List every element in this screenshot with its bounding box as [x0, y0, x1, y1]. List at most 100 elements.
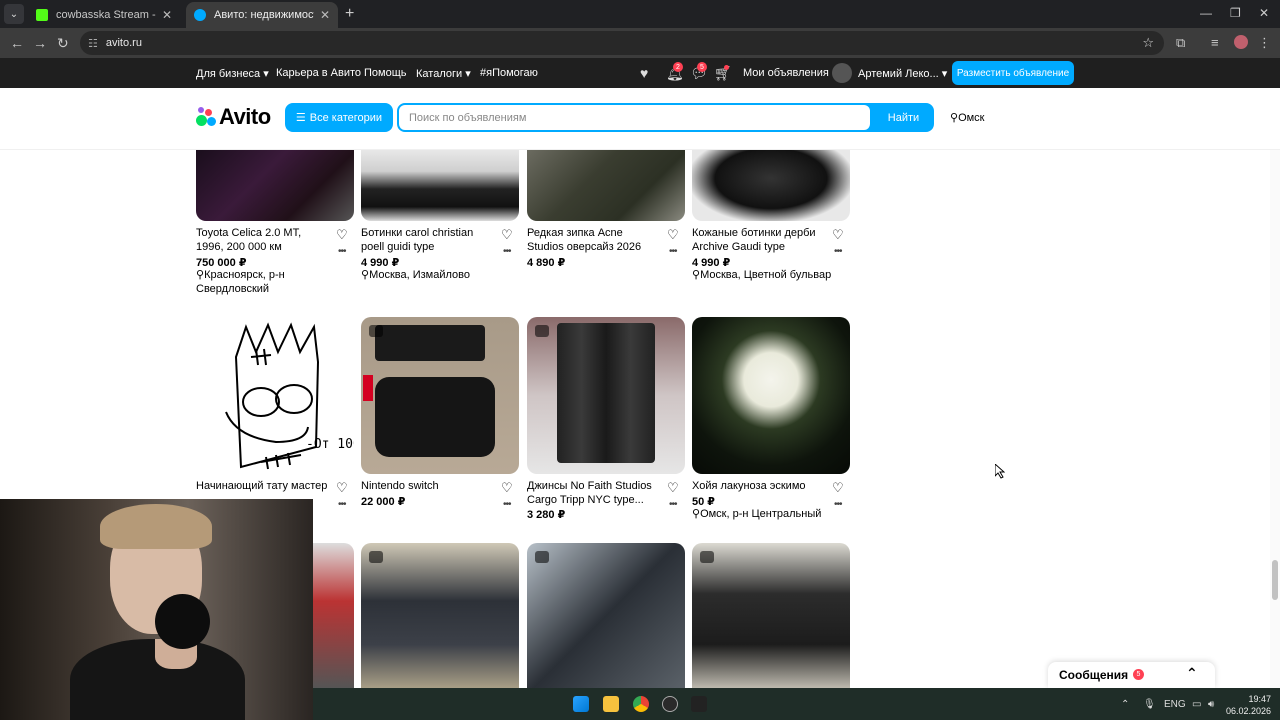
help-link[interactable]: Помощь	[364, 67, 407, 79]
listing-image[interactable]	[692, 543, 850, 688]
reload-icon[interactable]: ↻	[57, 35, 69, 52]
categories-icon: ☰	[295, 112, 306, 124]
listing-image[interactable]	[692, 150, 850, 221]
close-tab-icon[interactable]: ✕	[320, 8, 330, 22]
more-options-icon[interactable]: •••	[338, 499, 346, 510]
listing-image[interactable]	[692, 317, 850, 474]
more-options-icon[interactable]: •••	[669, 246, 677, 257]
listing-image[interactable]	[527, 543, 685, 688]
system-clock[interactable]: 19:47 06.02.2026	[1226, 693, 1271, 717]
my-ads-link[interactable]: Мои объявления	[743, 67, 829, 79]
restore-icon[interactable]: ❐	[1230, 6, 1241, 20]
listing-image[interactable]	[196, 150, 354, 221]
back-icon[interactable]: ←	[10, 35, 24, 51]
listing-image[interactable]	[361, 317, 519, 474]
windows-start-icon[interactable]	[573, 696, 589, 712]
listing-title[interactable]: Редкая зипка Acne Studios оверсайз 2026	[527, 227, 663, 254]
listing-image[interactable]	[361, 150, 519, 221]
page-scrollbar[interactable]	[1270, 150, 1280, 688]
language-indicator[interactable]: ENG	[1164, 699, 1186, 710]
avito-logo-dots-icon	[196, 107, 216, 127]
tab-avito[interactable]: Авито: недвижимость, трансп ✕	[186, 2, 338, 28]
user-avatar[interactable]	[832, 63, 852, 83]
extensions-icon[interactable]: ⧉	[1176, 35, 1185, 51]
more-options-icon[interactable]: •••	[834, 246, 842, 257]
chrome-icon[interactable]	[633, 696, 649, 712]
more-options-icon[interactable]: •••	[503, 246, 511, 257]
switch-case	[375, 377, 495, 457]
listing-title[interactable]: Ботинки carol christian poell guidi type	[361, 227, 497, 254]
listing-price: 50 ₽	[692, 496, 715, 508]
jeans-photo	[557, 323, 655, 463]
listing-price: 4 890 ₽	[527, 257, 566, 269]
microphone-icon[interactable]: 🎙︎	[1143, 699, 1156, 710]
video-icon	[369, 325, 383, 337]
listing-image[interactable]	[527, 317, 685, 474]
profile-avatar-icon[interactable]	[1234, 35, 1248, 49]
site-info-icon[interactable]: ☷	[88, 37, 98, 50]
listing-image[interactable]	[361, 543, 519, 688]
listing-image[interactable]: -От 100	[196, 317, 354, 474]
bookmark-star-icon[interactable]: ☆	[1142, 35, 1154, 51]
cart-icon[interactable]: 🛒︎	[714, 65, 732, 82]
favorite-heart-icon[interactable]: ♡	[667, 227, 679, 243]
close-window-icon[interactable]: ✕	[1259, 6, 1269, 20]
listing-title[interactable]: Toyota Celica 2.0 MT, 1996, 200 000 км	[196, 227, 332, 254]
media-icon[interactable]: ≡	[1211, 35, 1219, 50]
city-selector[interactable]: ⚲Омск	[950, 111, 985, 124]
video-icon	[535, 551, 549, 563]
volume-icon[interactable]: 🔊︎	[1208, 699, 1214, 710]
more-options-icon[interactable]: •••	[503, 499, 511, 510]
career-link[interactable]: Карьера в Авито	[276, 67, 361, 79]
listing-title[interactable]: Джинсы No Faith Studios Cargo Tripp NYC t…	[527, 480, 663, 507]
listing-title[interactable]: Начинающий тату мастер	[196, 480, 332, 494]
listing-location: ⚲Омск, р-н Центральный	[692, 508, 822, 520]
app-icon[interactable]	[691, 696, 707, 712]
listing-image[interactable]	[527, 150, 685, 221]
new-tab-icon[interactable]: +	[345, 5, 354, 23]
messages-widget[interactable]: Сообщения 5 ⌃	[1048, 662, 1215, 688]
user-menu[interactable]: Артемий Леко... ▾	[858, 67, 947, 80]
tray-overflow-icon[interactable]: ⌃	[1121, 699, 1129, 710]
listing-price: 22 000 ₽	[361, 496, 406, 508]
webcam-overlay	[0, 499, 313, 720]
favorite-heart-icon[interactable]: ♡	[336, 227, 348, 243]
obs-icon[interactable]	[662, 696, 678, 712]
chevron-up-icon[interactable]: ⌃	[1186, 665, 1198, 682]
hashtag-link[interactable]: #яПомогаю	[480, 67, 538, 79]
tab-kick-stream[interactable]: cowbasska Stream - Watch Live ✕	[28, 2, 180, 28]
avito-logo[interactable]: Avito	[196, 104, 271, 130]
search-button[interactable]: Найти	[873, 103, 934, 132]
video-icon	[535, 325, 549, 337]
post-ad-button[interactable]: Разместить объявление	[952, 61, 1074, 85]
favorite-heart-icon[interactable]: ♡	[501, 227, 513, 243]
tab-search-button[interactable]: ⌄	[4, 4, 24, 24]
more-options-icon[interactable]: •••	[338, 246, 346, 257]
favorite-heart-icon[interactable]: ♡	[832, 480, 844, 496]
address-bar[interactable]: ☷ avito.ru ☆	[80, 31, 1164, 55]
scrollbar-thumb[interactable]	[1272, 560, 1278, 600]
all-categories-button[interactable]: ☰ Все категории	[285, 103, 393, 132]
search-input[interactable]	[399, 105, 870, 130]
favorite-heart-icon[interactable]: ♡	[336, 480, 348, 496]
avito-favicon-icon	[194, 9, 206, 21]
listing-title[interactable]: Кожаные ботинки дерби Archive Gaudi type	[692, 227, 828, 254]
for-business-link[interactable]: Для бизнеса ▾	[196, 67, 269, 80]
listing-title[interactable]: Хойя лакуноза эскимо	[692, 480, 828, 494]
file-explorer-icon[interactable]	[603, 696, 619, 712]
more-options-icon[interactable]: •••	[669, 499, 677, 510]
menu-icon[interactable]: ⋮	[1258, 35, 1271, 51]
minimize-icon[interactable]: —	[1200, 6, 1212, 20]
favorite-heart-icon[interactable]: ♡	[667, 480, 679, 496]
video-icon	[369, 551, 383, 563]
forward-icon[interactable]: →	[33, 35, 47, 51]
favorite-heart-icon[interactable]: ♡	[501, 480, 513, 496]
favorites-heart-icon[interactable]: ♥	[640, 65, 648, 81]
catalogs-link[interactable]: Каталоги ▾	[416, 67, 471, 80]
close-tab-icon[interactable]: ✕	[162, 8, 172, 22]
favorite-heart-icon[interactable]: ♡	[832, 227, 844, 243]
listing-title[interactable]: Nintendo switch	[361, 480, 497, 494]
more-options-icon[interactable]: •••	[834, 499, 842, 510]
messages-widget-badge: 5	[1133, 669, 1144, 680]
network-icon[interactable]: ▭	[1192, 699, 1201, 710]
